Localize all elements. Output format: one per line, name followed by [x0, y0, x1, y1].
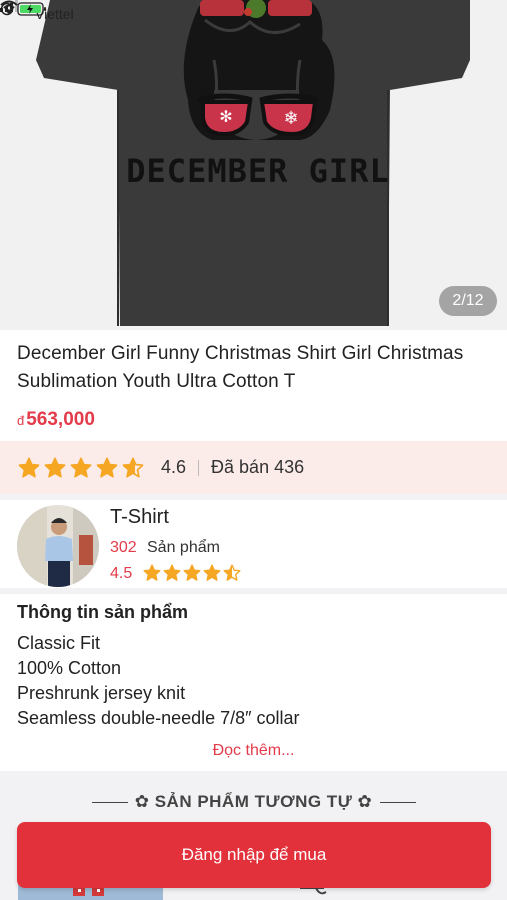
product-info-heading: Thông tin sản phẩm — [17, 602, 188, 622]
star-full-icon — [183, 564, 201, 581]
t-shirt-image: ✻ ❄ DECEMBER GIRL — [36, 0, 470, 326]
product-info-line: Preshrunk jersey knit — [17, 683, 186, 703]
svg-text:✻: ✻ — [219, 107, 232, 126]
star-full-icon — [18, 457, 40, 478]
star-full-icon — [70, 457, 92, 478]
product-info-line: Seamless double-needle 7/8″ collar — [17, 708, 300, 728]
shop-name: T-Shirt — [110, 506, 169, 528]
star-full-icon — [143, 564, 161, 581]
product-info-line: 100% Cotton — [17, 658, 122, 678]
sold-count: Đã bán 436 — [211, 457, 305, 477]
section-divider — [0, 588, 507, 594]
rating-strip[interactable]: 4.6 Đã bán 436 — [0, 441, 507, 494]
price-row: đ 563,000 — [17, 409, 95, 431]
product-image-gallery[interactable]: ✻ ❄ DECEMBER GIRL Viettel 2/12 — [0, 0, 507, 326]
shop-rating-value: 4.5 — [110, 565, 133, 582]
status-bar: Viettel — [0, 0, 507, 30]
product-info-section: Thông tin sản phẩm Classic Fit 100% Cott… — [17, 602, 492, 731]
similar-products-title: ✿ SẢN PHẨM TƯƠNG TỰ ✿ — [134, 792, 373, 811]
rating-separator — [198, 459, 200, 476]
star-half-icon — [122, 457, 144, 478]
heading-rule-left — [91, 802, 128, 804]
product-rating-stars — [18, 457, 148, 479]
heading-rule-right — [379, 802, 416, 804]
currency-symbol: đ — [17, 413, 25, 428]
battery-icon — [0, 2, 46, 16]
star-full-icon — [96, 457, 118, 478]
product-title-section: December Girl Funny Christmas Shirt Girl… — [0, 330, 507, 396]
product-rating-value: 4.6 — [161, 457, 187, 477]
star-full-icon — [163, 564, 181, 581]
svg-text:❄: ❄ — [283, 108, 298, 129]
shop-card[interactable]: T-Shirt 302 Sản phẩm 4.5 — [0, 500, 507, 588]
shop-rating-stars — [143, 564, 243, 582]
product-title: December Girl Funny Christmas Shirt Girl… — [17, 343, 464, 392]
similar-products-heading: ✿ SẢN PHẨM TƯƠNG TỰ ✿ — [0, 792, 507, 812]
shop-avatar-image — [17, 505, 99, 587]
shop-product-count-label: Sản phẩm — [147, 539, 220, 556]
login-to-buy-button[interactable]: Đăng nhập để mua — [17, 822, 491, 888]
product-info-line: Classic Fit — [17, 633, 101, 653]
shop-avatar[interactable] — [17, 505, 99, 587]
image-counter: 2/12 — [439, 286, 497, 316]
read-more-link[interactable]: Đọc thêm... — [0, 742, 507, 760]
shop-product-count: 302 — [110, 539, 137, 556]
shirt-print-text: DECEMBER GIRL — [126, 152, 389, 190]
star-half-icon — [223, 564, 241, 581]
star-full-icon — [44, 457, 66, 478]
star-full-icon — [203, 564, 221, 581]
product-price: 563,000 — [26, 409, 95, 430]
